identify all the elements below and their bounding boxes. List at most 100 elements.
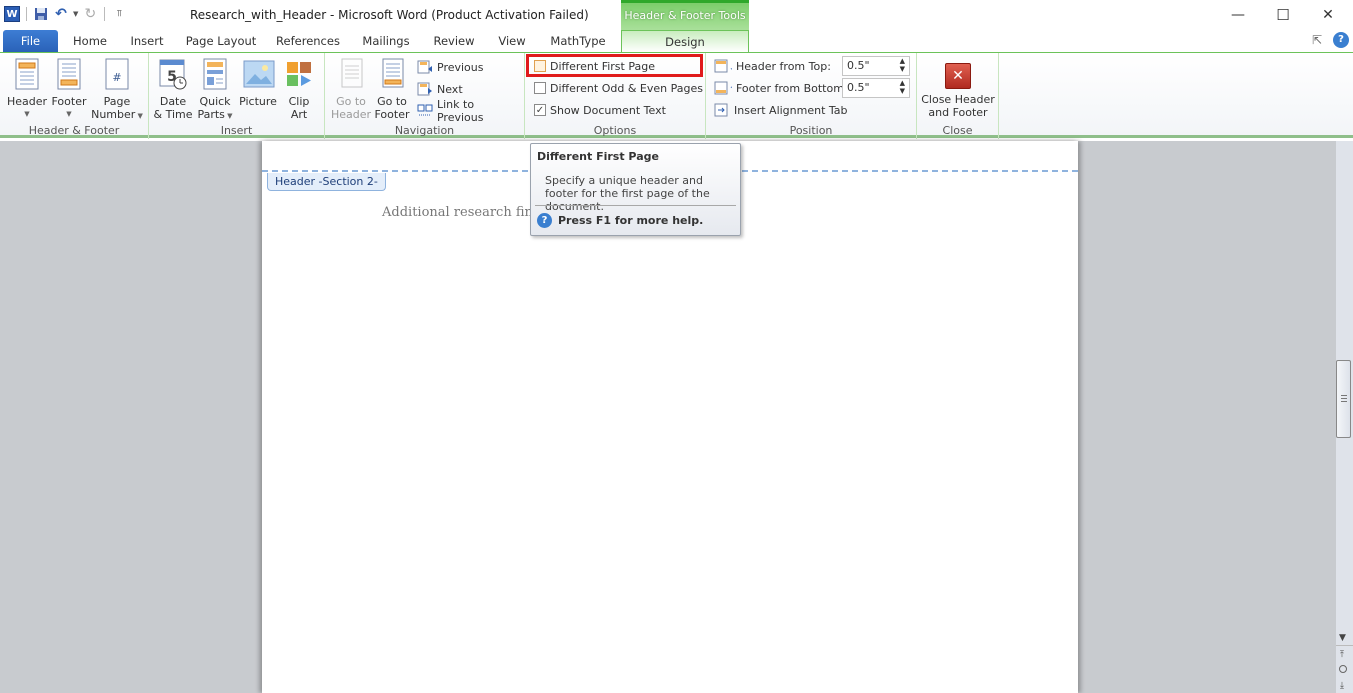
link-icon [417,104,433,116]
tooltip-divider [535,205,736,206]
spinner-arrows-icon[interactable]: ▲ ▼ [900,57,905,73]
tooltip-title: Different First Page [537,150,659,163]
footer-button[interactable]: Footer ▼ [48,57,90,121]
previous-button[interactable]: Previous [417,58,484,76]
spinner-arrows-icon[interactable]: ▲ ▼ [900,79,905,95]
close-window-button[interactable]: ✕ [1318,6,1338,24]
pin-ribbon-icon[interactable]: ⇱ [1312,33,1322,47]
picture-button[interactable]: Picture [237,57,279,108]
header-from-top-label: ↓ Header from Top: [714,57,831,75]
go-to-footer-button[interactable]: Go to Footer [373,57,411,121]
page-number-icon: # [102,57,132,91]
save-icon[interactable] [33,6,49,22]
go-to-footer-icon [377,57,407,91]
undo-icon[interactable]: ↶ [53,6,69,22]
close-header-footer-button[interactable]: ✕ Close Header and Footer [921,57,995,119]
help-icon: ? [537,213,552,228]
tab-insert[interactable]: Insert [124,30,170,52]
tooltip-help: ? Press F1 for more help. [537,213,703,228]
page-number-button[interactable]: # Page Number ▼ [90,57,144,123]
undo-dropdown-icon[interactable]: ▼ [73,10,78,18]
header-button[interactable]: Header ▼ [5,57,49,121]
tab-design[interactable]: Design [621,30,749,52]
dropdown-icon: ▼ [24,110,30,118]
tab-page-layout[interactable]: Page Layout [183,30,259,52]
group-header-footer: Header ▼ Footer ▼ # Page Number ▼ Header… [0,53,149,139]
svg-text:↑: ↑ [729,85,732,94]
footer-from-bottom-label: ↑ Footer from Bottom: [714,79,848,97]
previous-icon [417,60,432,74]
footer-icon [54,57,84,91]
group-insert: 5 Date & Time Quick Parts ▼ Picture Clip… [149,53,325,139]
tooltip-description: Specify a unique header and footer for t… [545,174,710,213]
quick-access-toolbar: W ↶ ▼ ↻ ⫪ [4,6,127,22]
next-button[interactable]: Next [417,80,463,98]
select-browse-object-icon[interactable] [1339,665,1347,673]
insert-alignment-tab-button[interactable]: Insert Alignment Tab [714,101,848,119]
link-to-previous-button[interactable]: Link to Previous [417,98,524,124]
title-bar: W ↶ ▼ ↻ ⫪ Research_with_Header - Microso… [0,0,1353,30]
document-body-text[interactable]: Additional research find [382,205,541,220]
separator [26,7,27,21]
tab-mailings[interactable]: Mailings [356,30,416,52]
tab-file[interactable]: File [3,30,58,52]
quick-parts-icon [200,57,230,91]
go-to-header-icon [336,57,366,91]
scroll-down-arrow-icon[interactable]: ▼ [1339,633,1346,643]
divider [1336,645,1353,646]
group-label: Position [789,124,833,137]
tab-mathtype[interactable]: MathType [545,30,611,52]
annotation-highlight-box [526,54,703,77]
checkbox-checked[interactable]: ✓ [534,104,546,116]
tab-view[interactable]: View [492,30,532,52]
quick-parts-button[interactable]: Quick Parts ▼ [195,57,235,123]
tab-references[interactable]: References [272,30,344,52]
group-navigation: Go to Header Go to Footer Previous Next … [325,53,525,139]
group-label: Close [942,124,973,137]
svg-text:↓: ↓ [729,63,732,72]
help-icon[interactable]: ? [1333,32,1349,48]
date-time-button[interactable]: 5 Date & Time [151,57,195,121]
tooltip: Different First Page Specify a unique he… [530,143,741,236]
close-red-x-icon: ✕ [945,63,971,89]
group-close: ✕ Close Header and Footer Close [917,53,999,139]
checkbox[interactable] [534,82,546,94]
word-logo-icon[interactable]: W [4,6,20,22]
group-label: Header & Footer [28,124,120,137]
footer-position-icon: ↑ [714,81,732,95]
alignment-tab-icon [714,103,728,117]
svg-text:#: # [112,71,121,84]
scrollbar-thumb[interactable] [1336,360,1351,438]
customize-qat-icon[interactable]: ⫪ [111,6,127,22]
show-document-text-checkbox[interactable]: ✓ Show Document Text [534,101,666,119]
separator [104,7,106,21]
group-position: ↓ Header from Top: 0.5" ▲▼ ↑ Footer from… [706,53,917,139]
header-from-top-spinner[interactable]: 0.5" ▲ ▼ [842,56,910,76]
next-page-icon[interactable]: ⤓ [1340,681,1344,691]
redo-icon[interactable]: ↻ [82,6,98,22]
tab-home[interactable]: Home [68,30,112,52]
calendar-clock-icon: 5 [158,57,188,91]
contextual-tab-group-label: Header & Footer Tools [621,0,749,30]
grip-line [1341,398,1347,399]
tab-review[interactable]: Review [428,30,480,52]
picture-icon [243,57,275,91]
header-position-icon: ↓ [714,59,732,73]
group-label: Navigation [394,124,455,137]
clip-art-button[interactable]: Clip Art [281,57,317,121]
previous-page-icon[interactable]: ⤒ [1340,650,1344,660]
window-title: Research_with_Header - Microsoft Word (P… [190,8,589,22]
header-icon [12,57,42,91]
footer-from-bottom-spinner[interactable]: 0.5" ▲ ▼ [842,78,910,98]
dropdown-icon: ▼ [66,110,72,118]
ribbon-tabs: File Home Insert Page Layout References … [0,30,1353,52]
grip-line [1341,395,1347,396]
clip-art-icon [284,57,314,91]
header-section-tag: Header -Section 2- [267,173,386,191]
next-icon [417,82,432,96]
minimize-button[interactable]: — [1228,6,1248,24]
different-odd-even-checkbox[interactable]: Different Odd & Even Pages [534,79,703,97]
group-label: Insert [220,124,253,137]
go-to-header-button[interactable]: Go to Header [329,57,373,121]
maximize-button[interactable]: ☐ [1273,6,1293,24]
